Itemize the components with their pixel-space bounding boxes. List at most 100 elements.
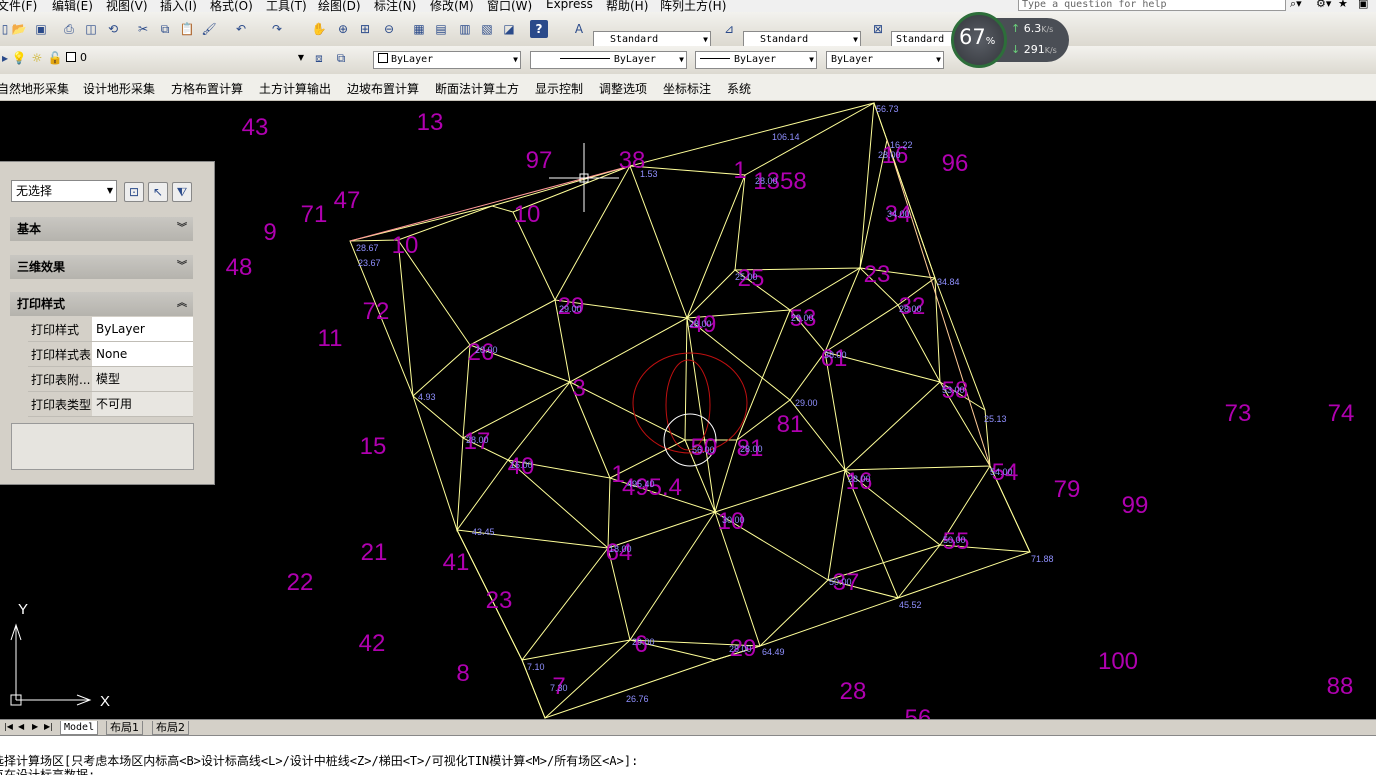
search-icon[interactable]: ⌕▾ [1290,0,1302,11]
tab-prev-icon[interactable]: ◀ [18,722,24,731]
copy-icon[interactable]: ⧉ [156,20,174,38]
prop-row-plot-style[interactable]: 打印样式 ByLayer [28,317,193,342]
menu-view[interactable]: 视图(V) [106,0,148,12]
prop-row-plot-attached[interactable]: 打印表附... 模型 [28,367,193,392]
section-3d-visualization[interactable]: 三维效果 ︾ [10,255,193,279]
linetype-select[interactable]: ByLayer ▼ [530,51,687,69]
markup-icon[interactable]: ◪ [500,20,518,38]
layers-toolbar: ▸ 💡 ☼ 🔓 0 ▼ ⧈ ⧉ ByLayer ▼ ByLayer ▼ ByLayer… [0,46,1376,75]
point-value-label: 106.14 [772,132,800,142]
prop-row-plot-table-type[interactable]: 打印表类型 不可用 [28,392,193,417]
match-properties-icon[interactable]: 🖌 [200,20,218,38]
point-value-label: 34.00 [887,209,910,219]
selection-select[interactable]: 无选择 ▼ [11,180,117,202]
prop-key: 打印样式表 [31,348,92,362]
menu-grid-calc[interactable]: 方格布置计算 [171,80,243,97]
prop-row-plot-style-table[interactable]: 打印样式表 None [28,342,193,367]
menu-format[interactable]: 格式(O) [210,0,253,12]
tin-boundary [349,102,1031,719]
tab-first-icon[interactable]: |◀ [4,722,13,731]
pan-icon[interactable]: ✋ [310,20,328,38]
ucs-y-label: Y [18,601,28,618]
zoom-previous-icon[interactable]: ⊖ [380,20,398,38]
text-style-value: Standard [610,34,659,45]
menu-file[interactable]: 文件(F) [0,0,37,12]
zoom-window-icon[interactable]: ⊞ [356,20,374,38]
zoom-realtime-icon[interactable]: ⊕ [334,20,352,38]
tab-layout2[interactable]: 布局2 [152,721,189,735]
menu-slope-calc[interactable]: 边坡布置计算 [347,80,419,97]
point-value-label: 29.00 [791,313,814,323]
menu-natural-terrain[interactable]: 自然地形采集 [0,80,69,97]
table-style-icon[interactable]: ⊠ [869,20,887,38]
tab-next-icon[interactable]: ▶ [32,722,38,731]
save-icon[interactable]: ▣ [32,20,50,38]
prop-value[interactable]: ByLayer [92,317,193,341]
menu-system[interactable]: 系统 [727,80,751,97]
menu-design-terrain[interactable]: 设计地形采集 [83,80,155,97]
arrow-down-icon: ↓ [1011,43,1021,56]
quick-select-icon[interactable]: ⊡ [124,182,144,202]
communication-icon[interactable]: ⚙▾ [1316,0,1331,10]
tab-last-icon[interactable]: ▶| [44,722,53,731]
print-preview-icon[interactable]: ◫ [82,20,100,38]
help-icon[interactable]: ▣ [1358,0,1368,10]
prop-value[interactable]: None [92,342,193,366]
menu-array-earthwork[interactable]: 阵列土方(H) [660,0,726,12]
paste-icon[interactable]: 📋 [178,20,196,38]
print-icon[interactable]: ⎙ [60,20,78,38]
text-style-icon[interactable]: A [570,20,588,38]
plotstyle-select[interactable]: ByLayer ▼ [826,51,944,69]
menu-help[interactable]: 帮助(H) [606,0,648,12]
upload-value: 6.3 [1023,22,1042,35]
publish-icon[interactable]: ⟲ [104,20,122,38]
lineweight-select[interactable]: ByLayer ▼ [695,51,817,69]
menu-modify[interactable]: 修改(M) [430,0,474,12]
menu-display-control[interactable]: 显示控制 [535,80,583,97]
open-file-icon[interactable]: 📂 [10,20,28,38]
menu-earthwork-output[interactable]: 土方计算输出 [259,80,331,97]
design-center-icon[interactable]: ▤ [432,20,450,38]
menu-coordinate-annotation[interactable]: 坐标标注 [663,80,711,97]
menu-tools[interactable]: 工具(T) [266,0,307,12]
undo-icon[interactable]: ↶ [232,20,250,38]
menu-window[interactable]: 窗口(W) [487,0,532,12]
point-value-label: 29.00 [795,398,818,408]
elevation-label: 97 [526,147,553,174]
help-search-input[interactable]: Type a question for help [1018,0,1286,11]
layer-select[interactable]: 0 ▼ [62,50,306,68]
command-line[interactable]: 选择计算场区[只考虑本场区内标高<B>设计标高线<L>/设计中桩线<Z>/梯田<… [0,735,1376,775]
prop-value: 不可用 [92,392,193,416]
menu-section-calc[interactable]: 断面法计算土方 [435,80,519,97]
menu-express[interactable]: Express [546,0,593,11]
dim-style-icon[interactable]: ⊿ [720,20,738,38]
section-plot-style[interactable]: 打印样式 ︽ [10,292,193,316]
menu-insert[interactable]: 插入(I) [160,0,197,12]
make-layer-current-icon[interactable]: ⧈ [310,49,328,67]
cut-icon[interactable]: ✂ [134,20,152,38]
tab-layout1[interactable]: 布局1 [106,721,143,735]
menu-draw[interactable]: 绘图(D) [318,0,361,12]
elevation-label: 72 [363,298,390,325]
pickadd-icon[interactable]: ⧨ [172,182,192,202]
properties-icon[interactable]: ▦ [410,20,428,38]
lightbulb-icon[interactable]: 💡 [10,49,28,67]
favorites-icon[interactable]: ★ [1338,0,1348,10]
point-value-label: 29.00 [632,637,655,647]
menu-edit[interactable]: 编辑(E) [52,0,93,12]
point-value-label: 53.00 [942,385,965,395]
tab-model[interactable]: Model [60,721,99,735]
layer-previous-icon[interactable]: ⧉ [332,49,350,67]
help-question-icon[interactable]: ? [530,20,548,38]
menu-adjust-options[interactable]: 调整选项 [599,80,647,97]
select-objects-icon[interactable]: ↖ [148,182,168,202]
color-select[interactable]: ByLayer ▼ [373,51,521,69]
menu-dimension[interactable]: 标注(N) [374,0,416,12]
redo-icon[interactable]: ↷ [268,20,286,38]
sun-icon[interactable]: ☼ [28,49,46,67]
tool-palettes-icon[interactable]: ▥ [456,20,474,38]
sheet-set-icon[interactable]: ▧ [478,20,496,38]
section-general[interactable]: 基本 ︾ [10,217,193,241]
point-value-label: 28.00 [878,150,901,160]
point-value-label: 4.93 [418,392,436,402]
